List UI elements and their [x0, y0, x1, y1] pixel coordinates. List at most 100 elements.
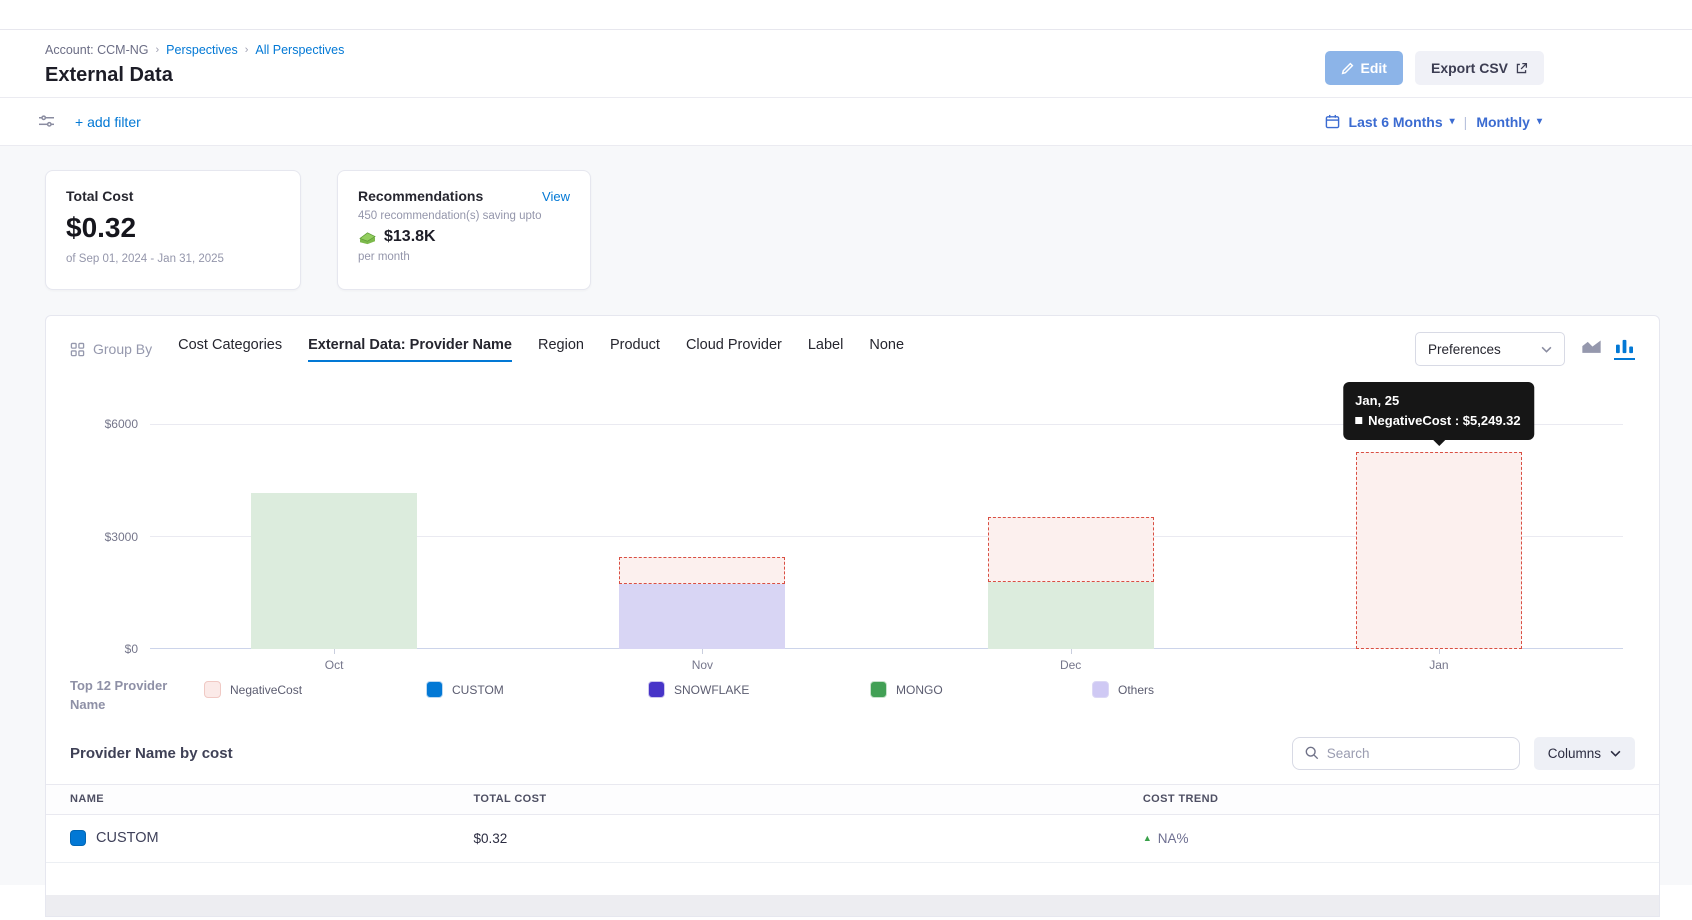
- table-toolbar: Provider Name by cost Columns: [46, 737, 1659, 784]
- chevron-down-icon: [1541, 346, 1552, 353]
- recommendations-per-month: per month: [358, 251, 570, 263]
- tooltip-value: NegativeCost : $5,249.32: [1368, 411, 1520, 431]
- grid-icon: [70, 342, 85, 357]
- legend-item-others[interactable]: Others: [1092, 681, 1314, 698]
- x-axis-tick: [702, 649, 703, 654]
- breadcrumb: Account: CCM-NG › Perspectives › All Per…: [45, 43, 344, 57]
- preferences-dropdown[interactable]: Preferences: [1415, 332, 1565, 366]
- x-axis-tick: [1439, 649, 1440, 654]
- chevron-down-icon: ▾: [1537, 117, 1542, 127]
- x-axis-label: Oct: [325, 658, 344, 672]
- tooltip-title: Jan, 25: [1355, 391, 1520, 411]
- legend-swatch: [204, 681, 221, 698]
- x-axis-label: Jan: [1429, 658, 1448, 672]
- export-csv-button[interactable]: Export CSV: [1415, 51, 1544, 85]
- filter-sliders-icon[interactable]: [38, 114, 55, 129]
- recommendations-view-link[interactable]: View: [542, 189, 570, 204]
- chevron-down-icon: ▾: [1450, 117, 1455, 127]
- tab-label[interactable]: Label: [808, 337, 843, 362]
- add-filter-button[interactable]: + add filter: [75, 114, 141, 130]
- recommendations-amount: $13.8K: [384, 228, 436, 246]
- tab-external-data-provider-name[interactable]: External Data: Provider Name: [308, 337, 512, 362]
- legend-item-negativecost[interactable]: NegativeCost: [204, 681, 426, 698]
- legend-item-snowflake[interactable]: SNOWFLAKE: [648, 681, 870, 698]
- y-axis-tick: $3000: [105, 530, 138, 544]
- cost-chart: $0 $3000 $6000 OctNovDecJan Jan, 25 Nega…: [150, 424, 1623, 649]
- bar-segment-negativecost-nov[interactable]: [619, 557, 785, 584]
- trend-up-icon: ▲: [1143, 833, 1152, 843]
- search-box[interactable]: [1292, 737, 1520, 770]
- group-by-bar: Group By Cost Categories External Data: …: [46, 316, 1659, 366]
- x-axis-tick: [334, 649, 335, 654]
- breadcrumb-all-perspectives[interactable]: All Perspectives: [255, 43, 344, 57]
- provider-table: NAME TOTAL COST COST TREND CUSTOM $0.32 …: [46, 784, 1659, 863]
- calendar-icon: [1325, 114, 1340, 129]
- total-cost-value: $0.32: [66, 212, 280, 244]
- legend-swatch: [1092, 681, 1109, 698]
- recommendations-label: Recommendations: [358, 188, 483, 204]
- table-header-row: NAME TOTAL COST COST TREND: [46, 784, 1659, 815]
- tab-cost-categories[interactable]: Cost Categories: [178, 337, 282, 362]
- search-icon: [1305, 746, 1319, 760]
- bar-segment-negativecost-jan[interactable]: [1356, 452, 1522, 649]
- page-title: External Data: [45, 64, 344, 87]
- table-row[interactable]: CUSTOM $0.32 ▲ NA%: [46, 815, 1659, 863]
- pencil-icon: [1341, 62, 1354, 75]
- money-icon: [358, 230, 377, 245]
- tooltip-arrow: [1432, 439, 1446, 446]
- total-cost-period: of Sep 01, 2024 - Jan 31, 2025: [66, 253, 280, 265]
- legend-swatch: [648, 681, 665, 698]
- bar-segment-snowflake-nov[interactable]: [619, 584, 785, 649]
- breadcrumb-account: Account: CCM-NG: [45, 43, 149, 57]
- table-row-partial: [46, 895, 1659, 916]
- x-axis-tick: [1071, 649, 1072, 654]
- group-by-label: Group By: [93, 341, 152, 357]
- divider: |: [1464, 114, 1468, 130]
- row-cost-trend: NA%: [1158, 831, 1189, 846]
- breadcrumb-separator: ›: [156, 44, 160, 56]
- chevron-down-icon: [1610, 750, 1621, 757]
- bar-segment-mongo-dec[interactable]: [988, 582, 1154, 649]
- row-provider-name: CUSTOM: [96, 830, 159, 846]
- column-header-name[interactable]: NAME: [46, 793, 473, 805]
- x-axis-label: Nov: [692, 658, 713, 672]
- bar-segment-negativecost-dec[interactable]: [988, 517, 1154, 582]
- external-link-icon: [1515, 62, 1528, 75]
- breadcrumb-perspectives[interactable]: Perspectives: [166, 43, 238, 57]
- legend-swatch: [870, 681, 887, 698]
- y-axis-tick: $6000: [105, 417, 138, 431]
- columns-button[interactable]: Columns: [1534, 737, 1635, 770]
- bar-chart-icon[interactable]: [1614, 338, 1635, 360]
- chart-tooltip: Jan, 25 NegativeCost : $5,249.32: [1343, 382, 1534, 440]
- chart-plot: OctNovDecJan: [150, 424, 1623, 649]
- tab-region[interactable]: Region: [538, 337, 584, 362]
- row-total-cost: $0.32: [473, 831, 1142, 846]
- perspective-panel: Group By Cost Categories External Data: …: [45, 315, 1660, 917]
- breadcrumb-separator: ›: [245, 44, 249, 56]
- filter-bar: + add filter Last 6 Months ▾ | Monthly ▾: [0, 98, 1692, 146]
- column-header-cost-trend[interactable]: COST TREND: [1143, 793, 1659, 805]
- table-title: Provider Name by cost: [70, 745, 233, 762]
- area-chart-icon[interactable]: [1581, 338, 1602, 358]
- edit-button[interactable]: Edit: [1325, 51, 1403, 85]
- tab-none[interactable]: None: [869, 337, 904, 362]
- search-input[interactable]: [1327, 746, 1507, 761]
- tooltip-series-swatch: [1355, 417, 1362, 424]
- series-color-swatch: [70, 830, 86, 846]
- column-header-total-cost[interactable]: TOTAL COST: [473, 793, 1142, 805]
- recommendations-card: Recommendations View 450 recommendation(…: [337, 170, 591, 290]
- total-cost-label: Total Cost: [66, 188, 280, 204]
- legend-item-custom[interactable]: CUSTOM: [426, 681, 648, 698]
- legend-item-mongo[interactable]: MONGO: [870, 681, 1092, 698]
- date-range-picker[interactable]: Last 6 Months ▾: [1349, 114, 1455, 130]
- recommendations-subtext: 450 recommendation(s) saving upto: [358, 210, 570, 222]
- bar-segment-mongo-oct[interactable]: [251, 493, 417, 649]
- tab-product[interactable]: Product: [610, 337, 660, 362]
- chart-legend: Top 12 Provider Name NegativeCost CUSTOM…: [46, 677, 1659, 715]
- granularity-picker[interactable]: Monthly ▾: [1476, 114, 1542, 130]
- page-header: Account: CCM-NG › Perspectives › All Per…: [0, 30, 1692, 98]
- tab-cloud-provider[interactable]: Cloud Provider: [686, 337, 782, 362]
- main-content: Total Cost $0.32 of Sep 01, 2024 - Jan 3…: [0, 146, 1692, 885]
- total-cost-card: Total Cost $0.32 of Sep 01, 2024 - Jan 3…: [45, 170, 301, 290]
- legend-swatch: [426, 681, 443, 698]
